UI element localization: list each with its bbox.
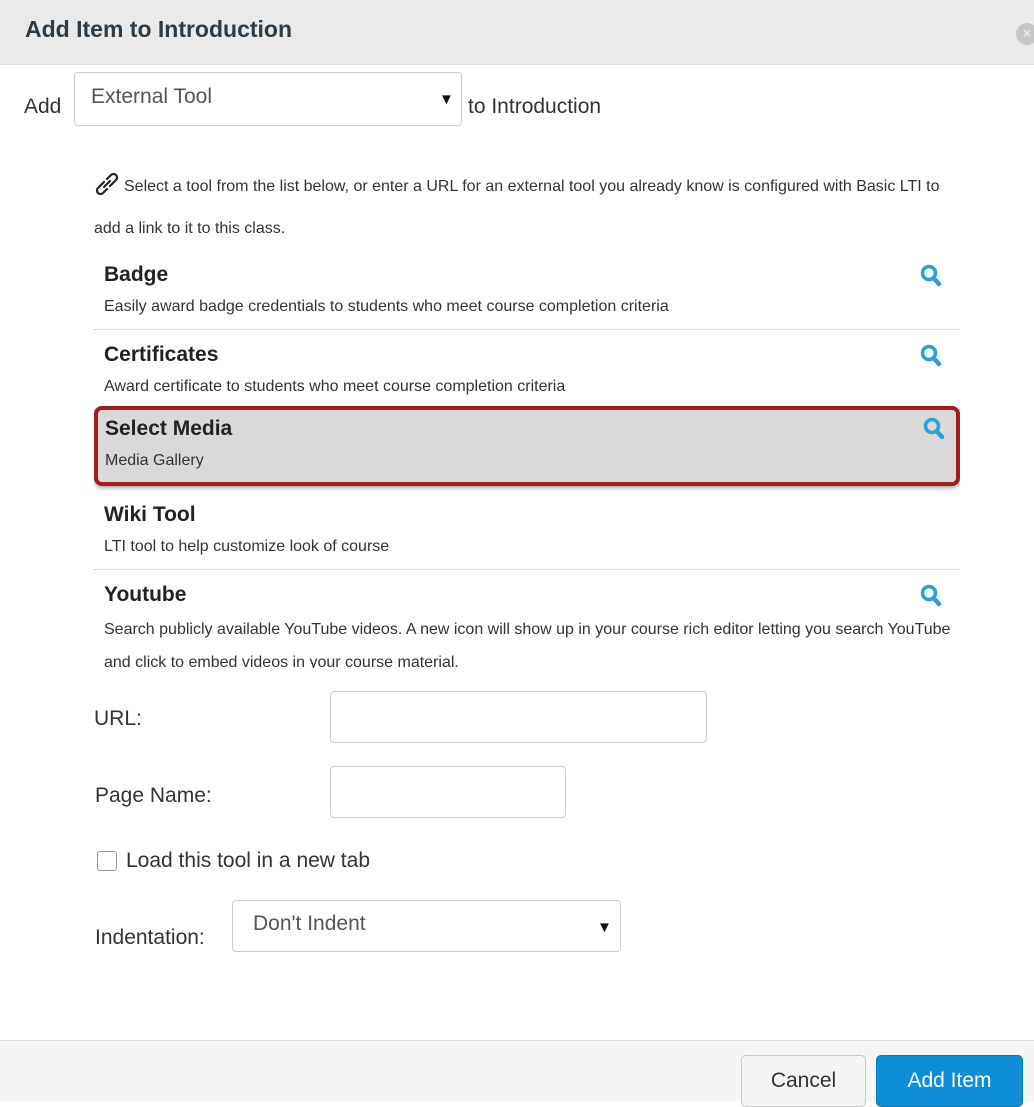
tool-list[interactable]: Badge Easily award badge credentials to … [94, 250, 960, 668]
dialog-title: Add Item to Introduction [25, 16, 293, 42]
tool-item-select-media[interactable]: Select Media Media Gallery [94, 406, 960, 486]
tool-description: Award certificate to students who meet c… [104, 378, 566, 395]
url-input[interactable] [330, 691, 707, 743]
tool-name: Certificates [104, 343, 219, 366]
magnifier-icon[interactable] [920, 344, 942, 373]
add-item-button[interactable]: Add Item [876, 1055, 1023, 1107]
tool-item-youtube[interactable]: Youtube Search publicly available YouTub… [94, 570, 960, 668]
help-text-block: Select a tool from the list below, or en… [94, 168, 954, 247]
indentation-value: Don't Indent [253, 912, 366, 935]
tool-description: Easily award badge credentials to studen… [104, 298, 669, 315]
tool-item-wiki-tool[interactable]: Wiki Tool LTI tool to help customize loo… [94, 490, 960, 570]
tool-description: Search publicly available YouTube videos… [104, 621, 951, 668]
url-label: URL: [94, 707, 142, 730]
indentation-label: Indentation: [95, 926, 205, 949]
item-type-select[interactable]: External Tool ▼ [74, 72, 462, 126]
indentation-select[interactable]: Don't Indent ▼ [232, 900, 621, 952]
page-name-input[interactable] [330, 766, 566, 818]
help-text: Select a tool from the list below, or en… [94, 178, 940, 237]
new-tab-label[interactable]: Load this tool in a new tab [126, 849, 370, 873]
link-icon [94, 172, 120, 210]
magnifier-icon[interactable] [923, 417, 945, 446]
item-type-value: External Tool [91, 85, 213, 108]
tool-item-certificates[interactable]: Certificates Award certificate to studen… [94, 330, 960, 410]
cancel-button[interactable]: Cancel [741, 1055, 866, 1107]
caret-down-icon: ▼ [439, 91, 454, 108]
tool-name: Youtube [104, 583, 187, 606]
page-name-label: Page Name: [95, 784, 212, 807]
tool-name: Select Media [105, 417, 233, 440]
tool-item-badge[interactable]: Badge Easily award badge credentials to … [94, 250, 960, 330]
destination-label: to Introduction [468, 95, 602, 118]
tool-description: LTI tool to help customize look of cours… [104, 538, 390, 555]
tool-description: Media Gallery [105, 452, 204, 469]
close-icon[interactable]: × [1016, 23, 1034, 45]
magnifier-icon[interactable] [920, 584, 942, 613]
dialog-titlebar: Add Item to Introduction × [0, 0, 1034, 65]
tool-name: Badge [104, 263, 169, 286]
add-label: Add [24, 95, 62, 118]
magnifier-icon[interactable] [920, 264, 942, 293]
caret-down-icon: ▼ [597, 919, 612, 936]
tool-name: Wiki Tool [104, 503, 196, 526]
new-tab-checkbox[interactable] [97, 851, 117, 871]
